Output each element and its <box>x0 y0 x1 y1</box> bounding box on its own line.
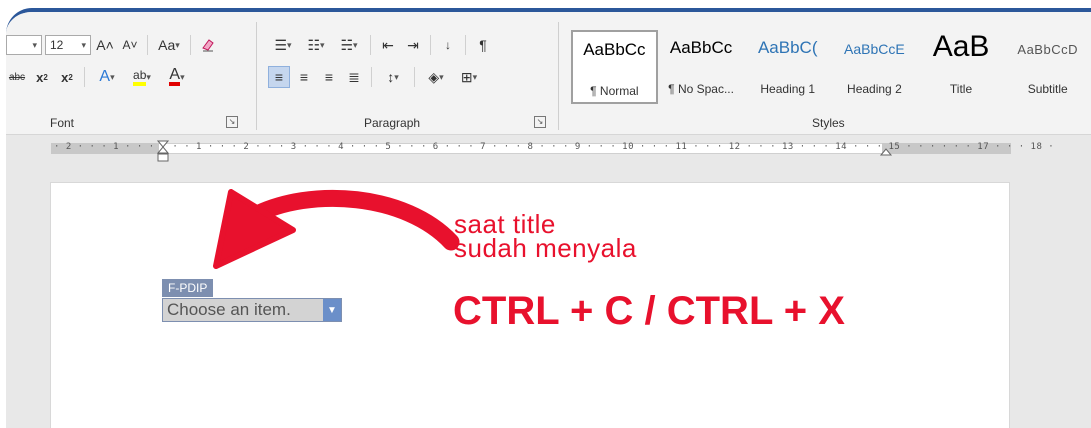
strikethrough-icon[interactable]: abc <box>6 66 28 88</box>
style-title[interactable]: AaB Title <box>918 30 1005 104</box>
font-group-label: Font <box>50 116 75 130</box>
annotation-line-2: sudah menyala <box>454 233 637 263</box>
sort-icon[interactable]: ↓ <box>437 34 459 56</box>
text-effects-icon[interactable]: A ▾ <box>91 66 123 88</box>
group-divider <box>256 22 257 130</box>
highlight-color-icon[interactable]: ab ▾ <box>126 66 158 88</box>
style-heading-1[interactable]: AaBbC( Heading 1 <box>744 30 831 104</box>
borders-icon[interactable]: ⊞ ▾ <box>454 66 484 88</box>
font-color-icon[interactable]: A ▾ <box>161 66 193 88</box>
multilevel-list-icon[interactable]: ☵ ▾ <box>334 34 364 56</box>
style-name: Heading 1 <box>760 82 816 96</box>
style-sample: AaBbCc <box>583 40 646 59</box>
style-sample: AaBbCcD <box>1017 42 1078 57</box>
style-subtitle[interactable]: AaBbCcD Subtitle <box>1004 30 1091 104</box>
annotation-note: saat title sudah menyala <box>454 211 637 263</box>
font-dialog-launcher-icon[interactable]: ↘ <box>226 116 238 128</box>
paragraph-list-row: ☰ ▾ ☷ ▾ ☵ ▾ ⇤ ⇥ ↓ ¶ <box>268 34 494 56</box>
numbering-icon[interactable]: ☷ ▾ <box>301 34 331 56</box>
paragraph-align-row: ≡ ≡ ≡ ≣ ↕ ▾ ◈ ▾ ⊞ ▾ <box>268 66 484 88</box>
divider <box>430 35 431 55</box>
content-control-placeholder[interactable]: Choose an item. <box>163 300 323 320</box>
divider <box>84 67 85 87</box>
style-sample: AaB <box>932 30 990 63</box>
shading-icon[interactable]: ◈ ▾ <box>421 66 451 88</box>
divider <box>465 35 466 55</box>
style-sample: AaBbC( <box>757 38 818 57</box>
divider <box>414 67 415 87</box>
align-left-icon[interactable]: ≡ <box>268 66 290 88</box>
red-arrow-icon <box>213 189 460 269</box>
decrease-indent-icon[interactable]: ⇤ <box>377 34 399 56</box>
style-normal[interactable]: AaBbCc ¶ Normal <box>571 30 658 104</box>
style-name: ¶ Normal <box>590 84 639 98</box>
divider <box>147 35 148 55</box>
subscript-icon[interactable]: x2 <box>31 66 53 88</box>
style-sample: AaBbCc <box>669 38 733 57</box>
styles-group-label: Styles <box>812 116 845 130</box>
align-center-icon[interactable]: ≡ <box>293 66 315 88</box>
font-format-row: abc x2 x2 A ▾ ab ▾ A ▾ <box>6 66 193 88</box>
paragraph-group-label: Paragraph <box>364 116 421 130</box>
right-indent-marker-icon[interactable] <box>880 146 892 156</box>
ribbon: ▾ 12 ▾ A˄ A˅ Aa ▾ abc x2 x2 A ▾ ab ▾ A ▾ Fon… <box>6 12 1091 135</box>
styles-gallery: AaBbCc ¶ Normal AaBbCc ¶ No Spac... AaBb… <box>571 30 1091 104</box>
bullets-icon[interactable]: ☰ ▾ <box>268 34 298 56</box>
font-name-dropdown[interactable]: ▾ <box>6 35 42 55</box>
style-sample: AaBbCcE <box>844 41 905 57</box>
chevron-down-icon: ▾ <box>32 39 37 50</box>
divider <box>370 35 371 55</box>
font-size-combo[interactable]: 12 ▾ <box>45 35 91 55</box>
divider <box>371 67 372 87</box>
show-formatting-marks-icon[interactable]: ¶ <box>472 34 494 56</box>
ruler-numbers: · 2 · · · 1 · · · · · · 1 · · · 2 · · · … <box>54 142 1055 152</box>
change-case-button[interactable]: Aa ▾ <box>154 34 184 56</box>
chevron-down-icon: ▾ <box>81 39 86 50</box>
content-control-dropdown[interactable]: Choose an item. ▼ <box>162 298 342 322</box>
style-name: Heading 2 <box>847 82 902 96</box>
style-no-spacing[interactable]: AaBbCc ¶ No Spac... <box>658 30 745 104</box>
horizontal-ruler[interactable]: · 2 · · · 1 · · · · · · 1 · · · 2 · · · … <box>6 140 1091 162</box>
style-name: ¶ No Spac... <box>668 82 734 96</box>
divider <box>190 35 191 55</box>
group-divider <box>558 22 559 130</box>
indent-marker-icon[interactable] <box>157 140 169 166</box>
change-case-label: Aa <box>158 37 176 53</box>
justify-icon[interactable]: ≣ <box>343 66 365 88</box>
grow-font-icon[interactable]: A˄ <box>94 34 116 56</box>
line-spacing-icon[interactable]: ↕ ▾ <box>378 66 408 88</box>
paragraph-dialog-launcher-icon[interactable]: ↘ <box>534 116 546 128</box>
superscript-icon[interactable]: x2 <box>56 66 78 88</box>
font-size-value: 12 <box>50 38 64 52</box>
style-name: Title <box>949 82 973 96</box>
style-heading-2[interactable]: AaBbCcE Heading 2 <box>831 30 918 104</box>
annotation-hotkeys: CTRL + C / CTRL + X <box>453 289 845 333</box>
shrink-font-icon[interactable]: A˅ <box>119 34 141 56</box>
font-name-combo[interactable]: ▾ 12 ▾ A˄ A˅ Aa ▾ <box>6 34 219 56</box>
clear-formatting-icon[interactable] <box>197 34 219 56</box>
increase-indent-icon[interactable]: ⇥ <box>402 34 424 56</box>
align-right-icon[interactable]: ≡ <box>318 66 340 88</box>
word-window: ▾ 12 ▾ A˄ A˅ Aa ▾ abc x2 x2 A ▾ ab ▾ A ▾ Fon… <box>6 8 1091 428</box>
style-name: Subtitle <box>1027 82 1068 96</box>
dropdown-arrow-icon[interactable]: ▼ <box>323 299 341 321</box>
chevron-down-icon: ▾ <box>175 39 180 50</box>
